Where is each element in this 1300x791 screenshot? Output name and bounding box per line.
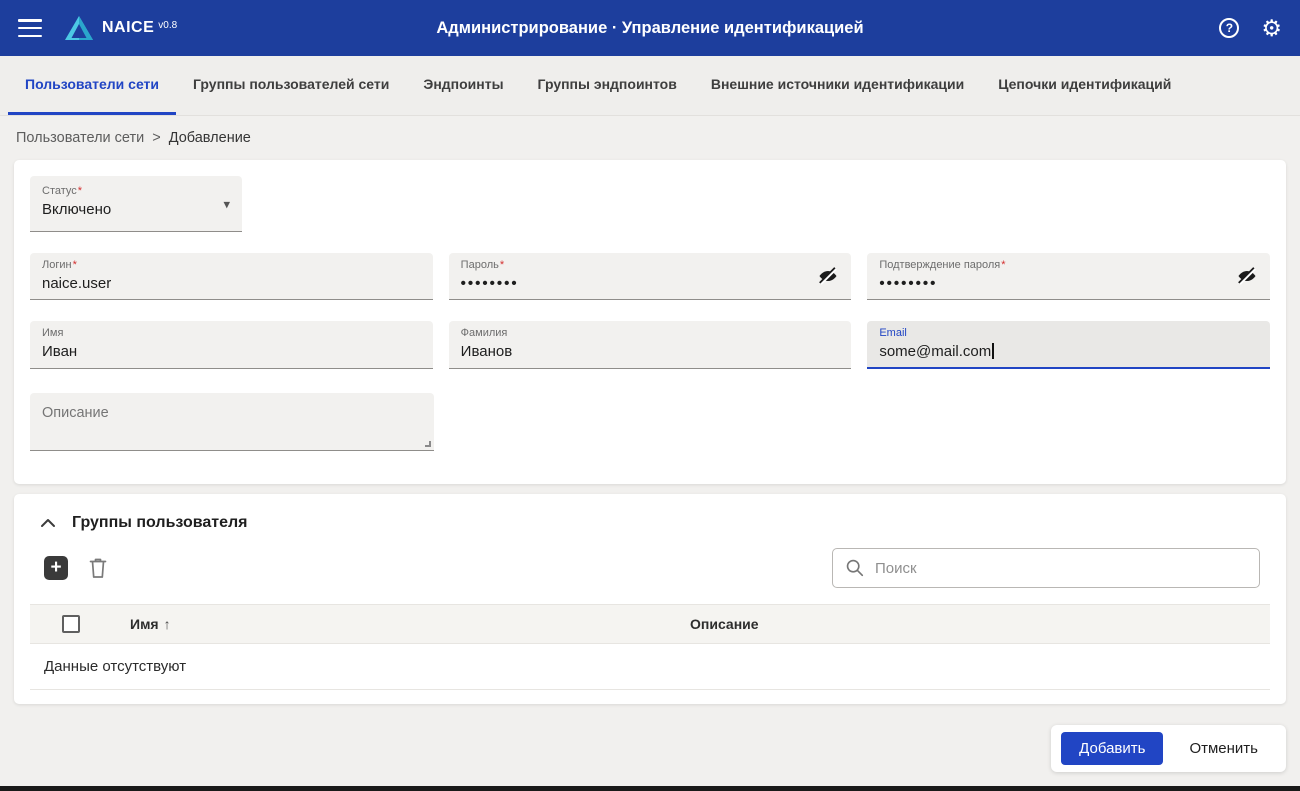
- description-field[interactable]: Описание: [30, 393, 434, 451]
- breadcrumb-current: Добавление: [169, 130, 251, 146]
- last-name-field[interactable]: Фамилия Иванов: [449, 321, 852, 369]
- password-label: Пароль*: [461, 259, 840, 272]
- logo-icon: [64, 15, 94, 41]
- first-name-label: Имя: [42, 327, 421, 340]
- resize-handle[interactable]: [425, 441, 431, 447]
- breadcrumb: Пользователи сети > Добавление: [0, 116, 1300, 160]
- groups-section-title: Группы пользователя: [72, 514, 247, 532]
- first-name-value: Иван: [42, 341, 421, 362]
- search-icon: [845, 558, 865, 578]
- form-row-personal: Имя Иван Фамилия Иванов Email some@mail.…: [30, 321, 1270, 369]
- groups-section-header: Группы пользователя: [30, 508, 1270, 532]
- user-form-card: Статус* Включено ▾ Логин* naice.user Пар…: [14, 160, 1286, 484]
- menu-icon[interactable]: [18, 19, 42, 37]
- app-version: v0.8: [158, 18, 177, 34]
- password-confirm-label: Подтверждение пароля*: [879, 259, 1258, 272]
- cancel-button[interactable]: Отменить: [1171, 732, 1276, 765]
- add-group-button[interactable]: +: [44, 556, 68, 580]
- required-marker: *: [500, 259, 504, 271]
- tab-network-user-groups[interactable]: Группы пользователей сети: [176, 56, 406, 115]
- password-confirm-field[interactable]: Подтверждение пароля* ••••••••: [867, 253, 1270, 300]
- search-input[interactable]: [875, 560, 1247, 577]
- last-name-label: Фамилия: [461, 327, 840, 340]
- sort-ascending-icon: ↑: [164, 616, 171, 632]
- required-marker: *: [1001, 259, 1005, 271]
- chevron-up-icon[interactable]: [40, 518, 56, 528]
- form-row-credentials: Логин* naice.user Пароль* •••••••• Подтв…: [30, 253, 1270, 300]
- page-title: Администрирование · Управление идентифик…: [436, 19, 863, 38]
- select-all-cell: [44, 615, 114, 633]
- column-header-name[interactable]: Имя ↑: [114, 616, 674, 632]
- email-label: Email: [879, 327, 1258, 340]
- groups-toolbar: +: [30, 548, 1270, 588]
- groups-toolbar-actions: +: [44, 556, 108, 580]
- status-value: Включено: [42, 199, 230, 220]
- password-field[interactable]: Пароль* ••••••••: [449, 253, 852, 300]
- required-marker: *: [73, 259, 77, 271]
- required-marker: *: [78, 185, 82, 197]
- tab-endpoints[interactable]: Эндпоинты: [406, 56, 520, 115]
- tab-identity-chains[interactable]: Цепочки идентификаций: [981, 56, 1188, 115]
- help-icon[interactable]: ?: [1219, 18, 1239, 38]
- delete-icon[interactable]: [88, 557, 108, 579]
- login-field[interactable]: Логин* naice.user: [30, 253, 433, 300]
- table-header-row: Имя ↑ Описание: [30, 604, 1270, 644]
- top-bar: NAICE v0.8 Администрирование · Управлени…: [0, 0, 1300, 56]
- empty-state-text: Данные отсутствуют: [44, 658, 186, 675]
- group-search: [832, 548, 1260, 588]
- password-confirm-value: ••••••••: [879, 273, 1258, 294]
- submit-button[interactable]: Добавить: [1061, 732, 1163, 765]
- app-logo: NAICE v0.8: [64, 15, 177, 41]
- select-all-checkbox[interactable]: [62, 615, 80, 633]
- breadcrumb-parent[interactable]: Пользователи сети: [16, 130, 144, 146]
- login-value: naice.user: [42, 273, 421, 294]
- table-empty-row: Данные отсутствуют: [30, 644, 1270, 690]
- gear-icon[interactable]: ⚙: [1261, 17, 1282, 40]
- status-label: Статус*: [42, 185, 230, 198]
- text-caret: [992, 343, 994, 359]
- topbar-actions: ? ⚙: [1219, 17, 1282, 40]
- status-select[interactable]: Статус* Включено ▾: [30, 176, 242, 232]
- tab-network-users[interactable]: Пользователи сети: [8, 56, 176, 115]
- window-bottom-edge: [0, 786, 1300, 791]
- description-label: Описание: [42, 407, 422, 420]
- breadcrumb-separator: >: [152, 130, 160, 146]
- user-groups-card: Группы пользователя + Имя: [14, 494, 1286, 704]
- email-value: some@mail.com: [879, 341, 1258, 362]
- login-label: Логин*: [42, 259, 421, 272]
- groups-table: Имя ↑ Описание Данные отсутствуют: [30, 604, 1270, 690]
- visibility-off-icon[interactable]: [817, 265, 839, 287]
- app-name: NAICE: [102, 15, 154, 41]
- column-header-description[interactable]: Описание: [674, 616, 1256, 632]
- tab-bar: Пользователи сети Группы пользователей с…: [0, 56, 1300, 116]
- last-name-value: Иванов: [461, 341, 840, 362]
- first-name-field[interactable]: Имя Иван: [30, 321, 433, 369]
- email-field[interactable]: Email some@mail.com: [867, 321, 1270, 369]
- password-value: ••••••••: [461, 273, 840, 294]
- form-action-bar: Добавить Отменить: [1051, 725, 1286, 772]
- tab-external-identity-sources[interactable]: Внешние источники идентификации: [694, 56, 981, 115]
- tab-endpoint-groups[interactable]: Группы эндпоинтов: [521, 56, 694, 115]
- visibility-off-icon[interactable]: [1236, 265, 1258, 287]
